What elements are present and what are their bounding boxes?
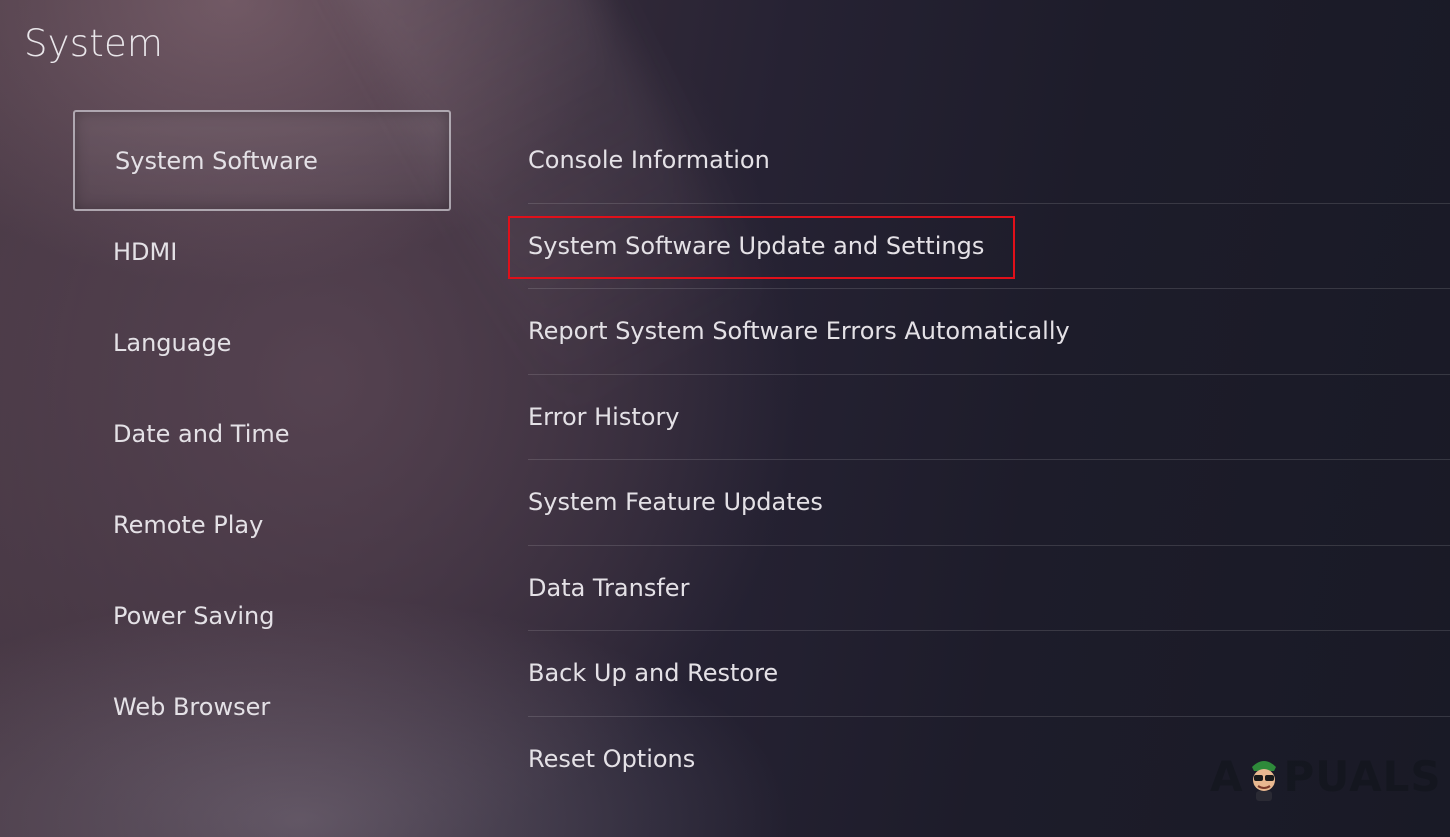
option-label: Console Information bbox=[528, 146, 770, 175]
appuals-mascot-icon bbox=[1251, 760, 1276, 801]
watermark-text-right: PUALS bbox=[1283, 752, 1442, 801]
left-item-label: Web Browser bbox=[113, 692, 271, 721]
left-item-label: System Software bbox=[115, 146, 318, 175]
left-item-power-saving[interactable]: Power Saving bbox=[73, 570, 451, 661]
left-item-remote-play[interactable]: Remote Play bbox=[73, 479, 451, 570]
option-label: System Software Update and Settings bbox=[528, 231, 985, 260]
option-data-transfer[interactable]: Data Transfer bbox=[528, 546, 1450, 631]
left-item-label: Remote Play bbox=[113, 510, 264, 539]
left-item-label: HDMI bbox=[113, 237, 178, 266]
left-item-label: Power Saving bbox=[113, 601, 275, 630]
settings-screen: System System Software HDMI Language Dat… bbox=[0, 0, 1450, 837]
left-item-date-and-time[interactable]: Date and Time bbox=[73, 388, 451, 479]
option-label: System Feature Updates bbox=[528, 488, 823, 517]
left-item-language[interactable]: Language bbox=[73, 297, 451, 388]
left-item-web-browser[interactable]: Web Browser bbox=[73, 661, 451, 752]
option-label: Back Up and Restore bbox=[528, 659, 779, 688]
page-title: System bbox=[24, 22, 164, 65]
appuals-watermark: A PUALS bbox=[1210, 752, 1442, 801]
system-category-menu: System Software HDMI Language Date and T… bbox=[73, 110, 451, 752]
left-item-hdmi[interactable]: HDMI bbox=[73, 206, 451, 297]
left-item-system-software[interactable]: System Software bbox=[73, 110, 451, 211]
watermark-text-left: A bbox=[1210, 752, 1244, 801]
left-item-label: Language bbox=[113, 328, 232, 357]
option-label: Report System Software Errors Automatica… bbox=[528, 317, 1070, 346]
left-item-label: Date and Time bbox=[113, 419, 290, 448]
option-label: Error History bbox=[528, 402, 680, 431]
system-software-options-list: Console Information System Software Upda… bbox=[528, 118, 1450, 802]
option-system-software-update-and-settings[interactable]: System Software Update and Settings bbox=[528, 204, 1450, 289]
option-report-system-software-errors[interactable]: Report System Software Errors Automatica… bbox=[528, 289, 1450, 375]
option-back-up-and-restore[interactable]: Back Up and Restore bbox=[528, 631, 1450, 717]
option-console-information[interactable]: Console Information bbox=[528, 118, 1450, 204]
option-label: Data Transfer bbox=[528, 573, 690, 602]
option-label: Reset Options bbox=[528, 745, 696, 774]
option-error-history[interactable]: Error History bbox=[528, 375, 1450, 460]
option-system-feature-updates[interactable]: System Feature Updates bbox=[528, 460, 1450, 546]
